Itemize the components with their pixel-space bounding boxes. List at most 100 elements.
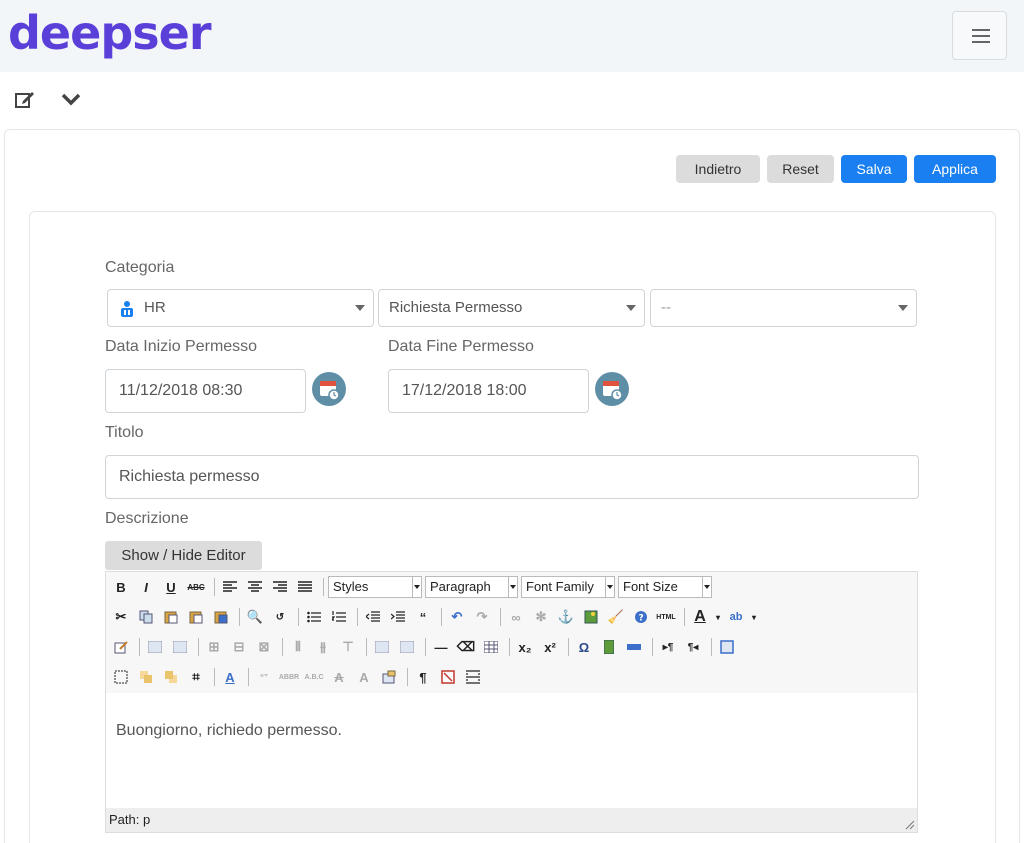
strikethrough-button[interactable]: ABC	[185, 577, 207, 597]
save-button[interactable]: Salva	[841, 155, 907, 183]
back-button[interactable]: Indietro	[676, 155, 760, 183]
advhr-icon[interactable]	[623, 637, 645, 657]
font-size-select[interactable]: Font Size	[618, 576, 712, 598]
resize-handle-icon[interactable]	[905, 820, 915, 830]
toolbar-separator	[407, 668, 408, 686]
attribs-icon[interactable]	[378, 667, 400, 687]
superscript-icon[interactable]: x²	[539, 637, 561, 657]
paste-icon[interactable]	[160, 607, 182, 627]
indent-icon[interactable]	[387, 607, 409, 627]
link-icon[interactable]: ∞	[505, 607, 527, 627]
crop-icon[interactable]: ⌗	[185, 667, 207, 687]
image-icon[interactable]	[580, 607, 602, 627]
bold-button[interactable]: B	[110, 577, 132, 597]
table-icon[interactable]	[480, 637, 502, 657]
highlight-color-icon[interactable]: ab	[725, 607, 747, 627]
pagebreak-icon[interactable]	[462, 667, 484, 687]
italic-button[interactable]: I	[135, 577, 157, 597]
delete-col-icon[interactable]: ⊤	[337, 637, 359, 657]
cut-icon[interactable]: ✂	[110, 607, 132, 627]
nonbreaking-icon[interactable]	[437, 667, 459, 687]
edit-css-icon[interactable]	[110, 637, 132, 657]
category-select-1[interactable]: HR	[107, 289, 374, 327]
category-select-2[interactable]: Richiesta Permesso	[378, 289, 645, 327]
move-backward-icon[interactable]	[160, 667, 182, 687]
cleanup-icon[interactable]: 🧹	[605, 607, 627, 627]
font-family-select[interactable]: Font Family	[521, 576, 615, 598]
visual-aid-icon[interactable]	[110, 667, 132, 687]
show-hide-editor-button[interactable]: Show / Hide Editor	[105, 541, 262, 570]
toolbar-separator	[198, 638, 199, 656]
ins-icon[interactable]: A	[353, 667, 375, 687]
insert-layer-icon[interactable]	[144, 637, 166, 657]
underline-button[interactable]: U	[160, 577, 182, 597]
menu-toggle-button[interactable]	[952, 11, 1007, 60]
absolute-icon[interactable]	[169, 637, 191, 657]
path-text: Path: p	[109, 812, 151, 827]
deepser-logo[interactable]: deepser	[8, 4, 212, 62]
styleprops-icon[interactable]: A	[219, 667, 241, 687]
align-justify-icon[interactable]	[294, 577, 316, 597]
end-date-input[interactable]: 17/12/2018 18:00	[388, 369, 589, 413]
replace-icon[interactable]: ↺	[269, 607, 291, 627]
align-center-icon[interactable]	[244, 577, 266, 597]
undo-icon[interactable]: ↶	[446, 607, 468, 627]
del-icon[interactable]: A	[328, 667, 350, 687]
find-icon[interactable]: 🔍	[244, 607, 266, 627]
help-icon[interactable]: ?	[630, 607, 652, 627]
chevron-down-icon[interactable]: ▾	[714, 607, 722, 627]
chevron-down-icon[interactable]	[60, 88, 82, 110]
insert-col-after-icon[interactable]: ⫵	[312, 637, 334, 657]
apply-button[interactable]: Applica	[914, 155, 996, 183]
editor-content[interactable]: Buongiorno, richiedo permesso.	[116, 722, 342, 740]
reset-button[interactable]: Reset	[767, 155, 834, 183]
text-color-icon[interactable]: A	[689, 607, 711, 627]
visual-chars-icon[interactable]: ¶	[412, 667, 434, 687]
insert-row-after-icon[interactable]: ⊟	[228, 637, 250, 657]
ltr-icon[interactable]: ▸¶	[657, 637, 679, 657]
align-left-icon[interactable]	[219, 577, 241, 597]
bullet-list-icon[interactable]	[303, 607, 325, 627]
blockquote-icon[interactable]: “	[412, 607, 434, 627]
copy-icon[interactable]	[135, 607, 157, 627]
remove-format-icon[interactable]: ⌫	[455, 637, 477, 657]
split-cells-icon[interactable]	[371, 637, 393, 657]
chevron-down-icon	[898, 305, 908, 311]
chevron-down-icon[interactable]: ▾	[750, 607, 758, 627]
redo-icon[interactable]: ↷	[471, 607, 493, 627]
toolbar-separator	[214, 668, 215, 686]
fullscreen-icon[interactable]	[716, 637, 738, 657]
edit-icon[interactable]	[14, 88, 36, 110]
title-input[interactable]: Richiesta permesso	[105, 455, 919, 499]
media-icon[interactable]	[598, 637, 620, 657]
special-char-icon[interactable]: Ω	[573, 637, 595, 657]
calendar-icon[interactable]	[312, 372, 346, 406]
insert-row-before-icon[interactable]: ⊞	[203, 637, 225, 657]
align-right-icon[interactable]	[269, 577, 291, 597]
numbered-list-icon[interactable]	[328, 607, 350, 627]
merge-cells-icon[interactable]	[396, 637, 418, 657]
title-label: Titolo	[105, 424, 144, 441]
calendar-icon[interactable]	[595, 372, 629, 406]
editor-toolbar: B I U ABC Styles Paragraph Font Family F…	[106, 572, 917, 693]
font-size-select-value: Font Size	[623, 579, 678, 594]
outdent-icon[interactable]	[362, 607, 384, 627]
styles-select[interactable]: Styles	[328, 576, 422, 598]
abbr-icon[interactable]: ABBR	[278, 667, 300, 687]
anchor-icon[interactable]: ⚓	[555, 607, 577, 627]
rtl-icon[interactable]: ¶◂	[682, 637, 704, 657]
paragraph-select[interactable]: Paragraph	[425, 576, 518, 598]
category-select-3[interactable]: --	[650, 289, 917, 327]
unlink-icon[interactable]: ✻	[530, 607, 552, 627]
insert-col-before-icon[interactable]: ⫴	[287, 637, 309, 657]
horizontal-rule-icon[interactable]: —	[430, 637, 452, 657]
acronym-icon[interactable]: A.B.C	[303, 667, 325, 687]
html-icon[interactable]: HTML	[655, 607, 677, 627]
subscript-icon[interactable]: x₂	[514, 637, 536, 657]
move-forward-icon[interactable]	[135, 667, 157, 687]
paste-text-icon[interactable]	[185, 607, 207, 627]
delete-row-icon[interactable]: ⊠	[253, 637, 275, 657]
cite-icon[interactable]: “”	[253, 667, 275, 687]
start-date-input[interactable]: 11/12/2018 08:30	[105, 369, 306, 413]
paste-word-icon[interactable]	[210, 607, 232, 627]
